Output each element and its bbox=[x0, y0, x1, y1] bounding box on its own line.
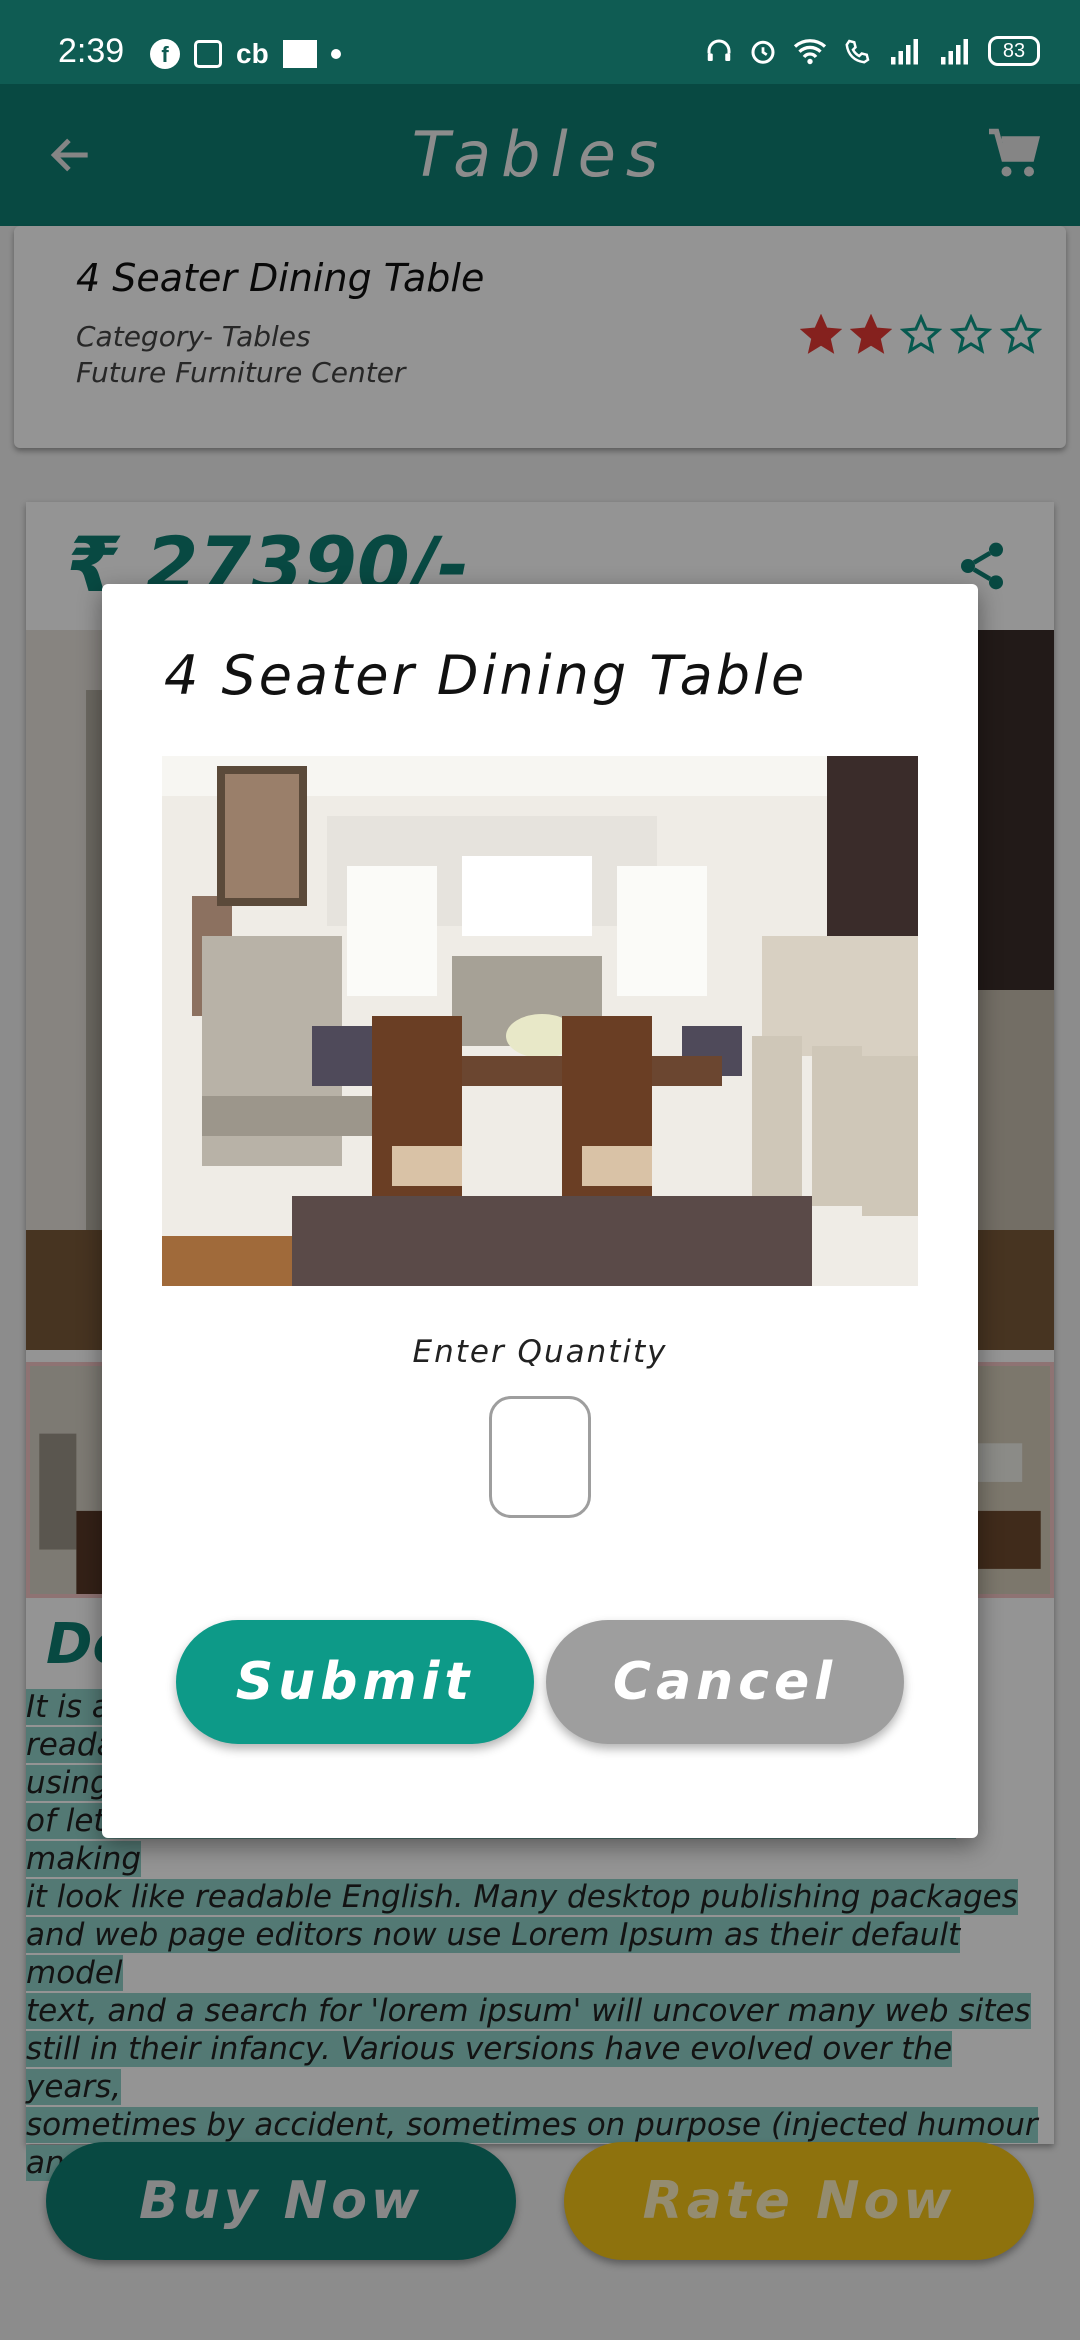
alarm-icon bbox=[751, 40, 775, 64]
quantity-label: Enter Quantity bbox=[412, 1334, 668, 1370]
app-notification-icon bbox=[194, 40, 222, 68]
submit-button[interactable]: Submit bbox=[176, 1620, 534, 1744]
wifi-icon bbox=[793, 39, 827, 65]
zomato-icon bbox=[282, 40, 317, 68]
quantity-input[interactable] bbox=[489, 1396, 591, 1518]
system-icons: 83 bbox=[704, 36, 1040, 66]
dialog-product-image bbox=[162, 756, 918, 1286]
battery-icon: 83 bbox=[988, 36, 1040, 66]
facebook-icon: f bbox=[150, 39, 180, 69]
cb-icon: cb bbox=[236, 38, 269, 69]
status-bar: 2:39 f cb 83 bbox=[0, 0, 1080, 84]
cancel-button[interactable]: Cancel bbox=[546, 1620, 904, 1744]
more-notifications-icon bbox=[330, 49, 341, 59]
signal-icon bbox=[891, 39, 918, 65]
status-time: 2:39 bbox=[58, 32, 125, 70]
quantity-dialog: 4 Seater Dining Table Enter Quantity Sub… bbox=[102, 584, 978, 1838]
dialog-title: 4 Seater Dining Table bbox=[164, 644, 808, 707]
headset-icon bbox=[707, 39, 731, 61]
wifi-calling-icon bbox=[845, 39, 870, 64]
signal-icon bbox=[941, 39, 968, 65]
notification-icons: f cb bbox=[150, 38, 341, 70]
